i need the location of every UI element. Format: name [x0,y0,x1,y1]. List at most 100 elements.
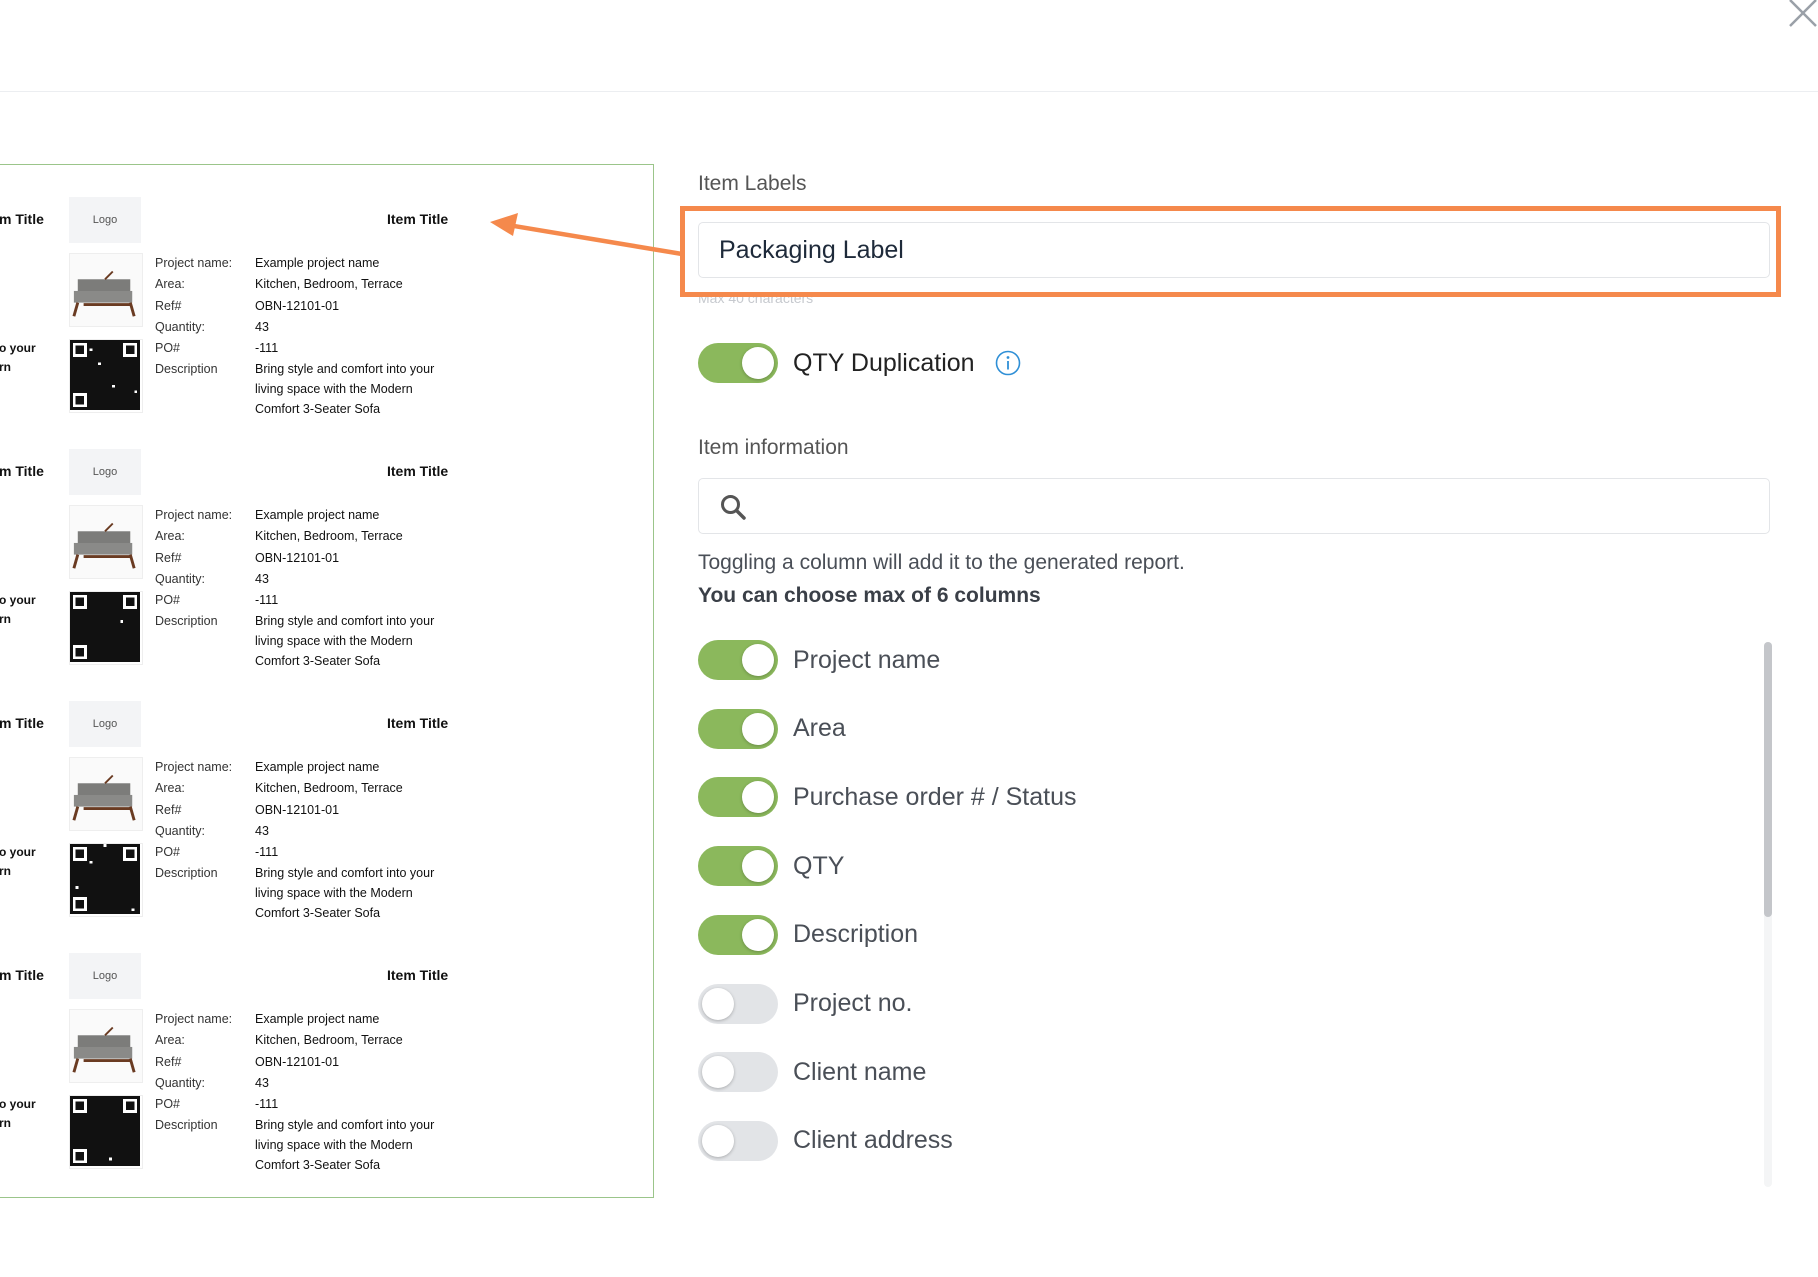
column-label: Description [793,920,919,949]
description-line: Comfort 3-Seater Sofa [255,906,381,921]
field-value: OBN-12101-01 [255,550,340,565]
label-card: m Title o your rn Logo Item Title Project nam… [0,927,469,1172]
label-card: m Title o your rn Logo Item Title Project nam… [0,675,469,920]
field-value: 43 [255,1075,269,1090]
description-line: Comfort 3-Seater Sofa [255,654,381,669]
field-label: Area: [155,529,185,544]
column-toggle[interactable] [698,777,778,818]
search-input[interactable] [759,479,1753,533]
toggle-knob [702,1056,734,1089]
column-toggle[interactable] [698,983,778,1024]
column-toggle-row: Area [698,708,846,749]
cut-item-title: m Title [0,967,44,983]
logo-placeholder: Logo [69,449,141,495]
label-card: m Title o your rn Logo Item Title Project nam… [0,423,469,668]
field-value: Example project name [255,508,380,522]
qr-code [69,843,143,917]
field-label: PO# [155,341,181,356]
description-line: Bring style and comfort into your [255,866,435,881]
column-toggle[interactable] [698,846,778,887]
field-label: Area: [155,277,185,292]
cut-item-title: m Title [0,463,44,479]
toggle-knob [742,712,774,745]
column-toggle-row: Client name [698,1052,926,1093]
scrollbar-thumb[interactable] [1764,642,1772,917]
item-labels-title: Item Labels [698,172,807,195]
field-value: Kitchen, Bedroom, Terrace [255,1033,403,1048]
column-toggle-row: Description [698,914,919,955]
field-label: Area: [155,1033,185,1048]
field-value: 43 [255,823,269,838]
column-label: Purchase order # / Status [793,782,1077,811]
item-title: Item Title [387,211,449,227]
column-toggle-row: Client address [698,1120,953,1161]
field-value: OBN-12101-01 [255,298,340,313]
field-value: 43 [255,571,269,586]
column-toggle-row: Purchase order # / Status [698,777,1077,818]
cut-description-text: rn [0,612,11,626]
description-line: living space with the Modern [255,382,413,397]
field-label: PO# [155,593,181,608]
field-value: OBN-12101-01 [255,802,340,817]
field-values: Example project name Kitchen, Bedroom, Te… [255,253,455,419]
qty-duplication-row: QTY Duplication [698,343,1021,383]
close-icon[interactable] [1782,0,1818,32]
column-label: Project name [793,645,941,674]
column-label: Project no. [793,989,913,1017]
label-preview-panel: m Title o your rn Logo Item Title Project nam… [0,164,654,1198]
toggle-knob [742,918,774,951]
toggle-knob [742,781,774,814]
annotation-arrow [490,213,683,257]
header-divider [0,91,1818,92]
cut-description-text: o your [0,593,36,607]
cut-item-title: m Title [0,715,44,731]
field-values: Example project name Kitchen, Bedroom, Te… [255,757,455,923]
cut-description-text: o your [0,341,36,355]
toggle-knob [702,987,734,1020]
cut-description-text: o your [0,1097,36,1111]
field-label: PO# [155,1097,181,1112]
search-icon [721,495,746,520]
field-label: Ref# [155,802,182,817]
field-labels: Project name: Area: Ref# Quantity: PO# Descri… [155,1009,232,1137]
description-line: living space with the Modern [255,1138,413,1153]
item-title: Item Title [387,967,449,983]
field-label: Project name: [155,256,233,270]
item-title: Item Title [387,715,449,731]
description-line: Bring style and comfort into your [255,362,435,377]
field-value: Kitchen, Bedroom, Terrace [255,277,403,292]
description-line: Bring style and comfort into your [255,1118,435,1133]
column-label: Client address [793,1126,953,1155]
field-label: Area: [155,781,185,796]
toggle-info-text: Toggling a column will add it to the gen… [698,551,1185,574]
column-toggle[interactable] [698,640,778,680]
qty-duplication-toggle[interactable] [698,343,778,383]
field-label: Quantity: [155,571,206,586]
description-line: Comfort 3-Seater Sofa [255,1158,381,1173]
column-toggle[interactable] [698,914,778,955]
info-icon[interactable] [995,350,1021,376]
column-toggle-row: QTY [698,846,844,887]
logo-placeholder: Logo [69,197,141,243]
field-label: Description [155,1118,218,1133]
description-line: Comfort 3-Seater Sofa [255,402,381,417]
item-labels-input[interactable] [698,222,1770,278]
field-label: PO# [155,845,181,860]
cut-item-title: m Title [0,211,44,227]
qr-code [69,1095,143,1169]
field-value: -111 [255,845,279,860]
field-label: Project name: [155,760,233,774]
column-toggle[interactable] [698,1052,778,1093]
field-value: 43 [255,319,269,334]
cut-description-text: o your [0,845,36,859]
field-label: Ref# [155,1054,182,1069]
cut-description-text: rn [0,360,11,374]
description-line: living space with the Modern [255,886,413,901]
field-label: Description [155,362,218,377]
product-image [69,253,143,327]
column-toggle[interactable] [698,1120,778,1161]
item-title: Item Title [387,463,449,479]
column-toggle[interactable] [698,708,778,749]
field-label: Project name: [155,1012,233,1026]
field-values: Example project name Kitchen, Bedroom, Te… [255,1009,455,1175]
